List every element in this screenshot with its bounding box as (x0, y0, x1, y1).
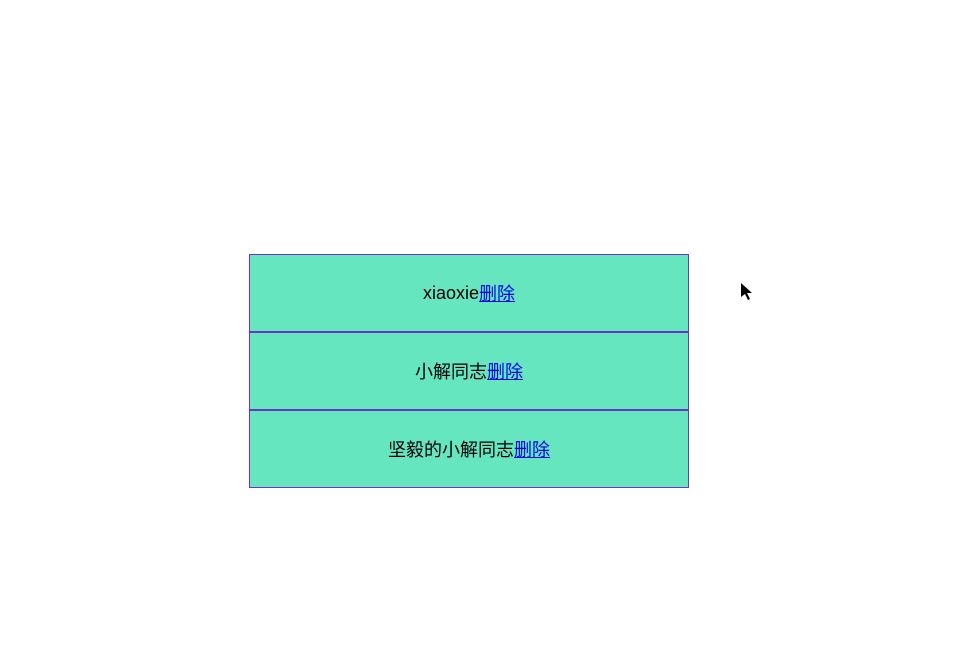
cursor-icon (741, 283, 757, 303)
item-text: 坚毅的小解同志 (388, 436, 514, 462)
item-text: 小解同志 (415, 358, 487, 384)
list-item: 小解同志删除 (249, 332, 689, 410)
list-item: 坚毅的小解同志删除 (249, 410, 689, 488)
delete-link[interactable]: 删除 (514, 436, 550, 462)
delete-link[interactable]: 删除 (487, 358, 523, 384)
list-item: xiaoxie删除 (249, 254, 689, 332)
item-text: xiaoxie (423, 283, 479, 304)
list-container: xiaoxie删除 小解同志删除 坚毅的小解同志删除 (249, 254, 689, 488)
delete-link[interactable]: 删除 (479, 280, 515, 306)
